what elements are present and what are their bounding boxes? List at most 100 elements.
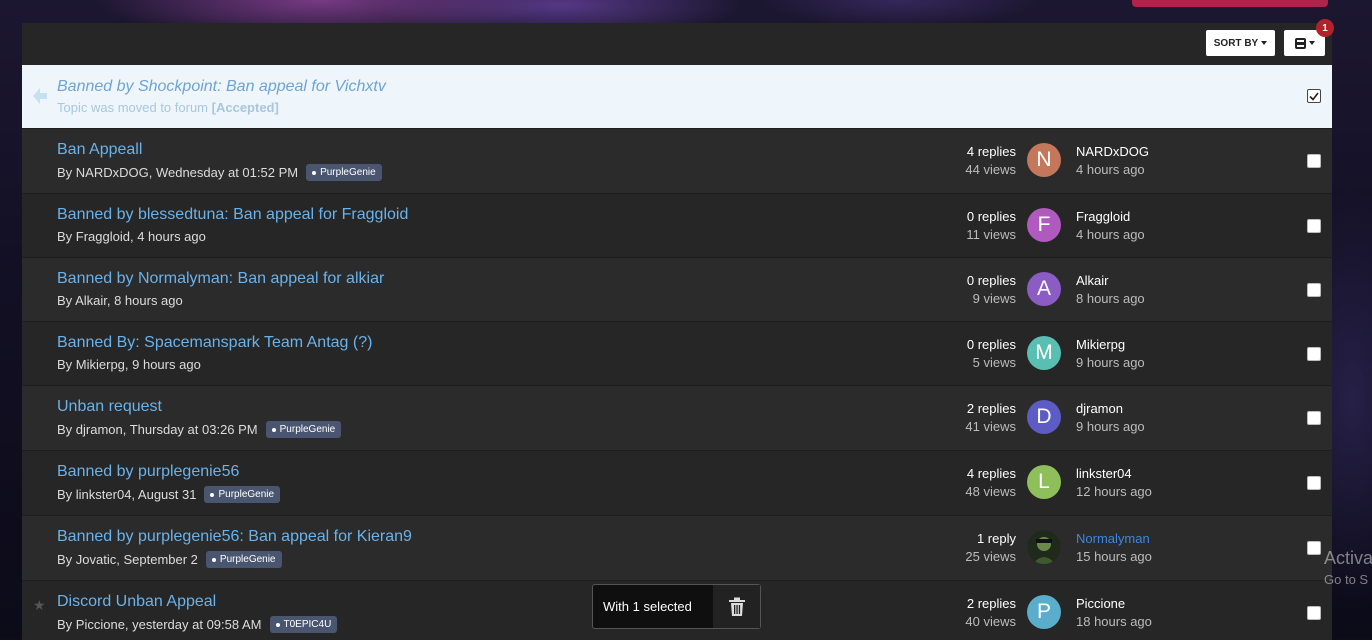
last-poster: djramon 9 hours ago — [1076, 400, 1145, 436]
reply-count: 0 replies — [966, 273, 1016, 288]
topic-stats: 4 replies 44 views — [965, 143, 1016, 179]
topic-title-link[interactable]: Banned by blessedtuna: Ban appeal for Fr… — [57, 206, 408, 224]
checkmark-icon — [1309, 92, 1319, 101]
topic-tag[interactable]: PurpleGenie — [306, 164, 382, 181]
last-post-time[interactable]: 15 hours ago — [1076, 548, 1152, 566]
last-poster: Mikierpg 9 hours ago — [1076, 336, 1145, 372]
caret-down-icon — [1261, 41, 1268, 45]
last-post-time[interactable]: 18 hours ago — [1076, 613, 1152, 631]
arrow-left-icon — [33, 88, 47, 104]
topic-select-checkbox[interactable] — [1307, 476, 1321, 490]
topic-stats: 2 replies 41 views — [965, 400, 1016, 436]
last-poster-name[interactable]: linkster04 — [1076, 465, 1152, 483]
last-poster-name[interactable]: Alkair — [1076, 272, 1145, 290]
last-post-time[interactable]: 9 hours ago — [1076, 354, 1145, 372]
topic-list-panel: SORT BY 1 Banned by Shockpoint: Ban appe… — [22, 19, 1334, 640]
topic-select-checkbox[interactable] — [1307, 606, 1321, 620]
star-icon: ★ — [33, 597, 46, 613]
topic-select-checkbox[interactable] — [1307, 411, 1321, 425]
topic-select-checkbox[interactable] — [1307, 347, 1321, 361]
reply-count: 0 replies — [966, 337, 1016, 352]
topic-title-link[interactable]: Ban Appeall — [57, 141, 142, 159]
moved-topic-checkbox[interactable] — [1307, 89, 1321, 103]
topic-row: Banned by blessedtuna: Ban appeal for Fr… — [22, 193, 1332, 257]
view-count: 41 views — [965, 419, 1016, 434]
caret-down-icon — [1308, 41, 1315, 45]
topic-stats: 4 replies 48 views — [965, 465, 1016, 501]
moved-topic-forum[interactable]: [Accepted] — [212, 100, 279, 115]
moderation-icon — [1294, 37, 1306, 49]
avatar[interactable]: A — [1027, 272, 1061, 306]
topic-author-date: By Piccione, yesterday at 09:58 AM — [57, 617, 262, 632]
avatar[interactable]: F — [1027, 208, 1061, 242]
selection-count-badge: 1 — [1316, 19, 1334, 37]
last-poster: linkster04 12 hours ago — [1076, 465, 1152, 501]
top-action-button[interactable] — [1132, 0, 1328, 7]
topic-meta: By Jovatic, September 2 PurpleGenie — [57, 551, 282, 568]
last-post-time[interactable]: 4 hours ago — [1076, 161, 1149, 179]
moved-topic-title[interactable]: Banned by Shockpoint: Ban appeal for Vic… — [57, 78, 386, 96]
last-poster-name[interactable]: djramon — [1076, 400, 1145, 418]
topic-row: Banned by purplegenie56: Ban appeal for … — [22, 515, 1332, 580]
topic-meta: By Fraggloid, 4 hours ago — [57, 229, 206, 244]
reply-count: 2 replies — [966, 401, 1016, 416]
avatar[interactable]: L — [1027, 465, 1061, 499]
last-poster-name[interactable]: Fraggloid — [1076, 208, 1145, 226]
topic-tag[interactable]: PurpleGenie — [265, 421, 342, 438]
topic-title-link[interactable]: Discord Unban Appeal — [57, 593, 216, 611]
topic-author-date: By djramon, Thursday at 03:26 PM — [57, 422, 258, 437]
topic-meta: By linkster04, August 31 PurpleGenie — [57, 486, 281, 503]
topic-title-link[interactable]: Banned by purplegenie56 — [57, 463, 239, 481]
delete-selected-button[interactable] — [713, 585, 760, 628]
topic-select-checkbox[interactable] — [1307, 219, 1321, 233]
view-count: 25 views — [965, 549, 1016, 564]
last-poster-name[interactable]: NARDxDOG — [1076, 143, 1149, 161]
topic-stats: 0 replies 11 views — [966, 208, 1016, 244]
avatar[interactable]: D — [1027, 400, 1061, 434]
last-poster-name[interactable]: Normalyman — [1076, 530, 1152, 548]
reply-count: 0 replies — [966, 209, 1016, 224]
avatar[interactable] — [1027, 530, 1061, 564]
view-count: 40 views — [965, 614, 1016, 629]
sort-by-button[interactable]: SORT BY — [1206, 30, 1275, 56]
topic-author-date: By linkster04, August 31 — [57, 487, 197, 502]
moved-topic-prefix: Topic was moved to forum — [57, 100, 209, 115]
last-poster: Normalyman 15 hours ago — [1076, 530, 1152, 566]
topic-tag[interactable]: PurpleGenie — [204, 486, 281, 503]
reply-count: 2 replies — [966, 596, 1016, 611]
last-poster-name[interactable]: Piccione — [1076, 595, 1152, 613]
topic-title-link[interactable]: Banned By: Spacemanspark Team Antag (?) — [57, 334, 372, 352]
view-count: 5 views — [972, 355, 1016, 370]
topic-row: Ban Appeall By NARDxDOG, Wednesday at 01:… — [22, 128, 1332, 193]
moved-topic-subtitle: Topic was moved to forum [Accepted] — [57, 100, 279, 115]
windows-activation-watermark: Activa — [1324, 548, 1372, 568]
topic-title-link[interactable]: Banned by Normalyman: Ban appeal for alk… — [57, 270, 384, 288]
last-post-time[interactable]: 8 hours ago — [1076, 290, 1145, 308]
topic-author-date: By NARDxDOG, Wednesday at 01:52 PM — [57, 165, 299, 180]
topic-row: Banned by purplegenie56 By linkster04, Au… — [22, 450, 1332, 515]
topic-title-link[interactable]: Banned by purplegenie56: Ban appeal for … — [57, 528, 412, 546]
avatar[interactable]: N — [1027, 143, 1061, 177]
last-post-time[interactable]: 12 hours ago — [1076, 483, 1152, 501]
avatar[interactable]: P — [1027, 595, 1061, 629]
last-poster-name[interactable]: Mikierpg — [1076, 336, 1145, 354]
last-poster: Alkair 8 hours ago — [1076, 272, 1145, 308]
avatar[interactable]: M — [1027, 336, 1061, 370]
topic-meta: By djramon, Thursday at 03:26 PM PurpleGe… — [57, 421, 342, 438]
last-post-time[interactable]: 9 hours ago — [1076, 418, 1145, 436]
topic-title-link[interactable]: Unban request — [57, 398, 162, 416]
topic-tag[interactable]: T0EPIC4U — [269, 616, 338, 633]
topic-select-checkbox[interactable] — [1307, 154, 1321, 168]
topic-list-toolbar: SORT BY 1 — [22, 19, 1334, 65]
view-count: 9 views — [972, 291, 1016, 306]
topic-meta: By Piccione, yesterday at 09:58 AM T0EPIC… — [57, 616, 338, 633]
topic-author-date: By Fraggloid, 4 hours ago — [57, 229, 206, 244]
last-post-time[interactable]: 4 hours ago — [1076, 226, 1145, 244]
topic-select-checkbox[interactable] — [1307, 541, 1321, 555]
topic-tag[interactable]: PurpleGenie — [205, 551, 282, 568]
user-photo-icon — [1027, 530, 1061, 564]
last-poster: NARDxDOG 4 hours ago — [1076, 143, 1149, 179]
trash-icon — [728, 597, 745, 616]
sort-by-label: SORT BY — [1213, 37, 1259, 49]
topic-select-checkbox[interactable] — [1307, 283, 1321, 297]
